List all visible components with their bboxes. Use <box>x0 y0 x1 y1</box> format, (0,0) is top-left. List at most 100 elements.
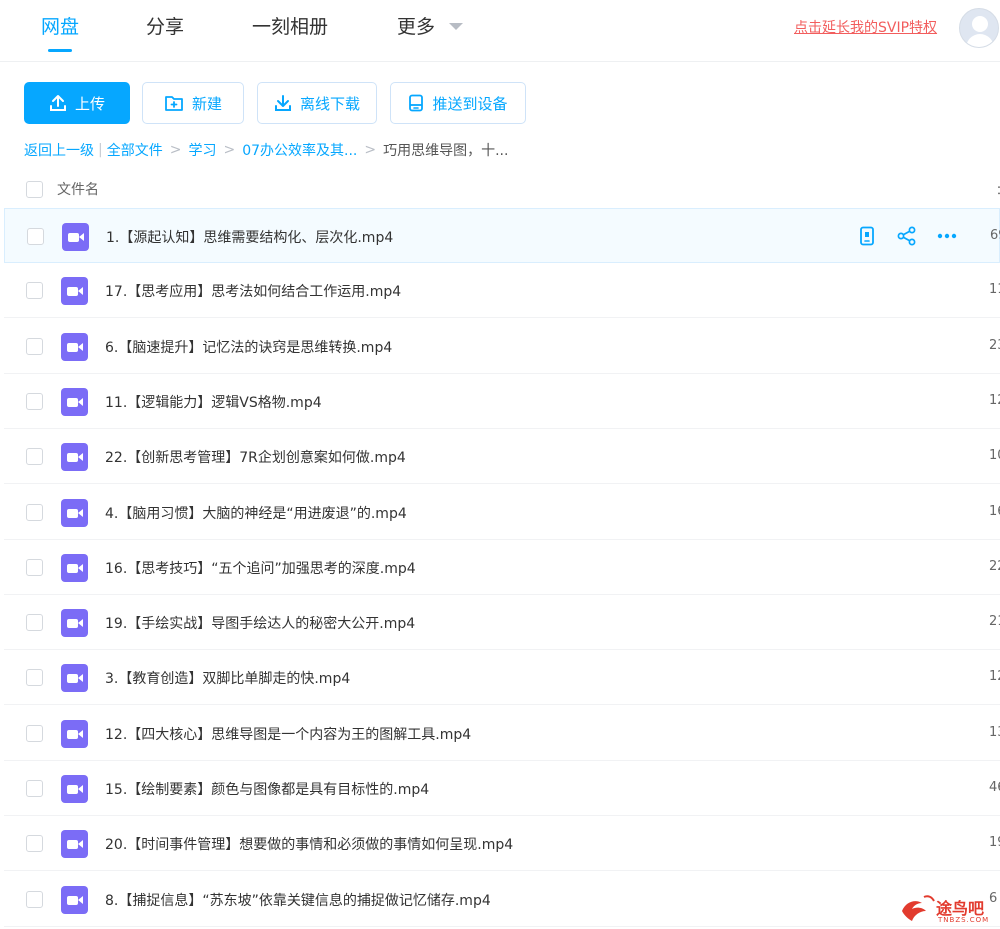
row-hover-actions <box>855 224 959 248</box>
row-checkbox[interactable] <box>26 725 43 742</box>
video-file-icon <box>61 554 88 582</box>
file-size: 12 <box>989 669 1000 684</box>
svip-extend-link[interactable]: 点击延长我的SVIP特权 <box>794 17 937 37</box>
row-checkbox[interactable] <box>26 614 43 631</box>
row-checkbox[interactable] <box>26 669 43 686</box>
video-file-icon <box>61 499 88 527</box>
share-icon[interactable] <box>895 224 919 248</box>
chevron-down-icon[interactable] <box>449 23 463 30</box>
file-name[interactable]: 12.【四大核心】思维导图是一个内容为王的图解工具.mp4 <box>105 724 471 744</box>
file-row[interactable]: 12.【四大核心】思维导图是一个内容为王的图解工具.mp4 13 <box>4 706 1000 761</box>
file-name[interactable]: 17.【思考应用】思考法如何结合工作运用.mp4 <box>105 281 401 301</box>
file-size: 69 <box>990 228 1000 243</box>
breadcrumb-current-folder: 巧用思维导图，十... <box>383 143 509 159</box>
video-file-icon <box>61 886 88 914</box>
camera-body-shape <box>67 287 78 296</box>
offline-download-button[interactable]: 离线下载 <box>257 82 377 124</box>
row-checkbox[interactable] <box>26 504 43 521</box>
breadcrumb-study[interactable]: 学习 <box>188 140 216 160</box>
video-file-icon <box>61 664 88 692</box>
file-name[interactable]: 20.【时间事件管理】想要做的事情和必须做的事情如何呈现.mp4 <box>105 834 513 854</box>
row-checkbox[interactable] <box>26 393 43 410</box>
file-row[interactable]: 6.【脑速提升】记忆法的诀窍是思维转换.mp4 23 <box>4 319 1000 374</box>
column-header-filename[interactable]: 文件名 <box>57 179 99 199</box>
row-checkbox[interactable] <box>27 228 44 245</box>
breadcrumb: 返回上一级 | 全部文件 > 学习 > 07办公效率及其... > 巧用思维导图… <box>24 140 508 160</box>
camera-body-shape <box>67 398 78 407</box>
file-name[interactable]: 19.【手绘实战】导图手绘达人的秘密大公开.mp4 <box>105 613 415 633</box>
file-name[interactable]: 6.【脑速提升】记忆法的诀窍是思维转换.mp4 <box>105 337 392 357</box>
row-checkbox[interactable] <box>26 835 43 852</box>
file-row[interactable]: 17.【思考应用】思考法如何结合工作运用.mp4 11 <box>4 263 1000 318</box>
file-name[interactable]: 4.【脑用习惯】大脑的神经是“用进废退”的.mp4 <box>105 503 407 523</box>
camera-lens-shape <box>78 453 83 461</box>
breadcrumb-back-link[interactable]: 返回上一级 <box>24 140 94 160</box>
camera-body-shape <box>67 343 78 352</box>
file-size: 11 <box>989 282 1000 297</box>
breadcrumb-office-efficiency[interactable]: 07办公效率及其... <box>242 140 357 160</box>
row-checkbox[interactable] <box>26 282 43 299</box>
camera-lens-shape <box>78 730 83 738</box>
file-name[interactable]: 1.【源起认知】思维需要结构化、层次化.mp4 <box>106 227 393 247</box>
camera-lens-shape <box>78 287 83 295</box>
top-navigation: 网盘 分享 一刻相册 更多 点击延长我的SVIP特权 <box>0 0 1000 62</box>
tab-moment-album[interactable]: 一刻相册 <box>252 12 328 39</box>
avatar[interactable] <box>959 8 999 48</box>
tab-share[interactable]: 分享 <box>146 12 184 39</box>
file-row[interactable]: 20.【时间事件管理】想要做的事情和必须做的事情如何呈现.mp4 19 <box>4 816 1000 871</box>
breadcrumb-all-files[interactable]: 全部文件 <box>107 140 163 160</box>
camera-lens-shape <box>78 896 83 904</box>
file-row[interactable]: 3.【教育创造】双脚比单脚走的快.mp4 12 <box>4 650 1000 705</box>
file-row[interactable]: 11.【逻辑能力】逻辑VS格物.mp4 12 <box>4 374 1000 429</box>
camera-lens-shape <box>78 619 83 627</box>
file-name[interactable]: 3.【教育创造】双脚比单脚走的快.mp4 <box>105 668 350 688</box>
file-row[interactable]: 1.【源起认知】思维需要结构化、层次化.mp4 69 <box>4 208 1000 263</box>
file-row[interactable]: 16.【思考技巧】“五个追问”加强思考的深度.mp4 22 <box>4 540 1000 595</box>
file-name[interactable]: 8.【捕捉信息】“苏东坡”依靠关键信息的捕捉做记忆储存.mp4 <box>105 890 491 910</box>
camera-body-shape <box>68 233 79 242</box>
breadcrumb-chevron-icon: > <box>364 142 377 158</box>
avatar-body-shape <box>966 34 994 47</box>
file-row[interactable]: 19.【手绘实战】导图手绘达人的秘密大公开.mp4 21 <box>4 595 1000 650</box>
more-icon[interactable] <box>935 224 959 248</box>
camera-body-shape <box>67 619 78 628</box>
file-row[interactable]: 22.【创新思考管理】7R企划创意案如何做.mp4 10 <box>4 429 1000 484</box>
camera-body-shape <box>67 509 78 518</box>
row-checkbox[interactable] <box>26 448 43 465</box>
row-checkbox[interactable] <box>26 891 43 908</box>
camera-lens-shape <box>78 785 83 793</box>
push-to-device-button[interactable]: 推送到设备 <box>390 82 526 124</box>
video-file-icon <box>61 720 88 748</box>
camera-lens-shape <box>78 398 83 406</box>
video-file-icon <box>61 443 88 471</box>
phone-icon[interactable] <box>855 224 879 248</box>
tab-netdisk[interactable]: 网盘 <box>41 12 79 39</box>
row-checkbox[interactable] <box>26 780 43 797</box>
row-checkbox[interactable] <box>26 338 43 355</box>
file-list-header: 文件名 ： <box>0 172 1000 208</box>
file-size: 21 <box>989 614 1000 629</box>
video-file-icon <box>61 333 88 361</box>
upload-label: 上传 <box>74 94 105 113</box>
file-name[interactable]: 11.【逻辑能力】逻辑VS格物.mp4 <box>105 392 322 412</box>
file-row[interactable]: 4.【脑用习惯】大脑的神经是“用进废退”的.mp4 16 <box>4 485 1000 540</box>
file-row[interactable]: 8.【捕捉信息】“苏东坡”依靠关键信息的捕捉做记忆储存.mp4 6 <box>4 872 1000 927</box>
file-name[interactable]: 22.【创新思考管理】7R企划创意案如何做.mp4 <box>105 447 406 467</box>
camera-body-shape <box>67 840 78 849</box>
file-name[interactable]: 15.【绘制要素】颜色与图像都是具有目标性的.mp4 <box>105 779 429 799</box>
upload-icon <box>49 94 67 112</box>
device-icon <box>408 94 424 112</box>
tab-more[interactable]: 更多 <box>397 12 435 39</box>
new-folder-button[interactable]: 新建 <box>142 82 244 124</box>
column-header-size[interactable]: ： <box>996 181 1000 198</box>
select-all-checkbox[interactable] <box>26 181 43 198</box>
video-file-icon <box>61 388 88 416</box>
camera-body-shape <box>67 730 78 739</box>
file-row[interactable]: 15.【绘制要素】颜色与图像都是具有目标性的.mp4 46 <box>4 761 1000 816</box>
camera-body-shape <box>67 896 78 905</box>
upload-button[interactable]: 上传 <box>24 82 130 124</box>
video-file-icon <box>62 223 89 251</box>
file-name[interactable]: 16.【思考技巧】“五个追问”加强思考的深度.mp4 <box>105 558 416 578</box>
row-checkbox[interactable] <box>26 559 43 576</box>
camera-lens-shape <box>78 509 83 517</box>
